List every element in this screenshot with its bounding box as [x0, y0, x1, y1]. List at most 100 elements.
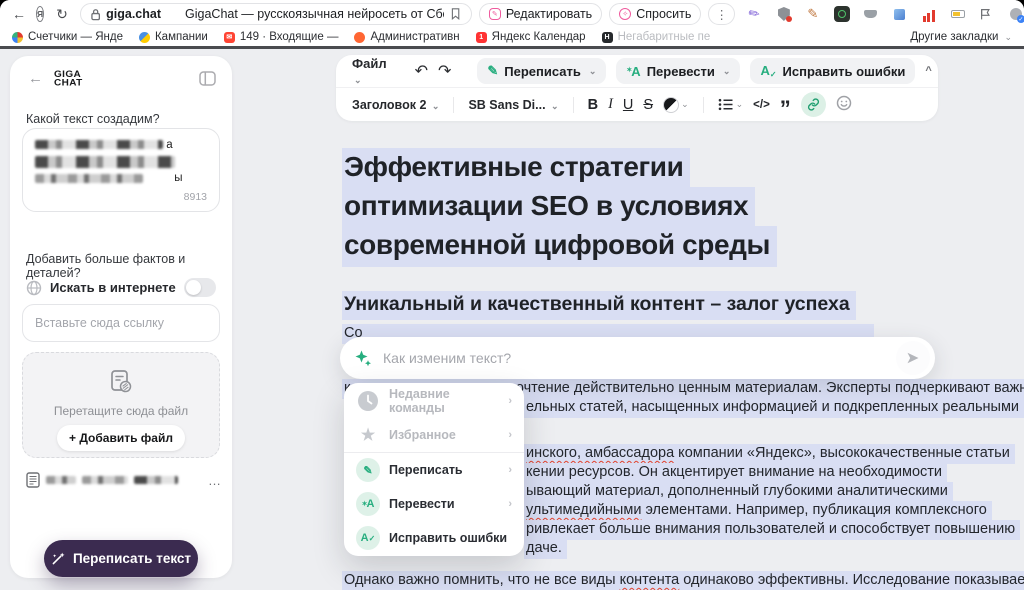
collapse-panel-icon[interactable] [199, 71, 216, 86]
doc-h1-line2: оптимизации SEO в условиях [342, 187, 755, 228]
page-top-strip [0, 46, 1024, 49]
doc-p3-line1: Однако важно помнить, что не все виды ко… [342, 571, 1024, 590]
spellcheck-icon: A✓ [760, 63, 776, 79]
send-button[interactable] [896, 341, 930, 375]
star-icon: ★ [356, 423, 380, 447]
chevron-right-icon: › [508, 395, 512, 407]
edit-button[interactable]: ✎ Редактировать [479, 3, 602, 25]
menu-item-fix-errors[interactable]: A✓ Исправить ошибки [344, 521, 524, 555]
bookmark-admin[interactable]: Административн [354, 31, 459, 43]
highlight-color-button[interactable]: ⌄ [663, 97, 689, 113]
redacted-text [35, 174, 143, 183]
pencil-icon: ✎ [487, 63, 498, 79]
prompt-label: Какой текст создадим? [26, 112, 160, 126]
calendar-icon: 1 [476, 32, 487, 43]
attached-file-row[interactable]: … [26, 472, 222, 488]
char-count: 8913 [184, 191, 207, 203]
bold-button[interactable]: B [588, 97, 598, 113]
code-button[interactable]: </> [753, 99, 770, 111]
file-dropzone[interactable]: Перетащите сюда файл + Добавить файл [22, 352, 220, 458]
extension-cube-icon[interactable] [892, 6, 908, 22]
collapse-toolbar-button[interactable]: ^ [925, 65, 931, 77]
extension-sync-icon[interactable]: ✓ [1008, 6, 1024, 22]
paragraph-style-select[interactable]: Заголовок 2 ⌄ [352, 98, 439, 112]
chevron-right-icon: › [508, 429, 512, 441]
extension-feather-icon[interactable]: ✎ [747, 6, 763, 22]
rewrite-action-button[interactable]: ✎Переписать⌄ [477, 58, 606, 84]
extension-shield-icon[interactable] [776, 6, 792, 22]
chevron-down-icon: ⌄ [736, 99, 744, 110]
kebab-icon: ⋮ [715, 7, 728, 22]
send-arrow-icon [905, 351, 921, 365]
chevron-right-icon: › [508, 464, 512, 476]
translate-icon: ✶A [356, 492, 380, 516]
bookmark-metrica[interactable]: Счетчики — Янде [12, 31, 123, 43]
spellcheck-icon: A✓ [356, 526, 380, 550]
translate-icon: ✶A [626, 64, 640, 79]
list-button[interactable]: ⌄ [718, 98, 744, 111]
web-search-toggle[interactable] [184, 278, 216, 297]
bookmark-inbox[interactable]: ✉149 · Входящие — [224, 31, 339, 43]
file-menu-icon[interactable]: … [208, 473, 222, 488]
bookmark-calendar[interactable]: 1Яндекс Календар [476, 31, 586, 43]
other-bookmarks[interactable]: Другие закладки⌄ [910, 31, 1012, 43]
menu-item-rewrite[interactable]: ✎ Переписать› [344, 453, 524, 487]
link-icon [807, 98, 820, 111]
italic-button[interactable]: I [608, 96, 613, 113]
editor-icon: ✎ [489, 8, 501, 20]
add-file-button[interactable]: + Добавить файл [57, 425, 185, 451]
prompt-textarea[interactable]: а ы 8913 [22, 128, 220, 212]
divider [703, 97, 704, 113]
undo-button[interactable]: ↶ [415, 61, 428, 81]
doc-p2-line3: ывающий материал, дополненный глубокими … [524, 482, 953, 502]
emoji-button[interactable] [836, 95, 852, 114]
address-bar[interactable]: giga.chat GigaChat — русскоязычная нейро… [80, 3, 472, 25]
edit-button-label: Редактировать [506, 7, 592, 21]
file-menu[interactable]: Файл ⌄ [352, 56, 387, 86]
toolbar-menu-button[interactable]: ⋮ [708, 3, 735, 25]
sidebar-back-icon[interactable]: ← [28, 70, 43, 87]
redacted-text [35, 156, 175, 168]
rewrite-text-button[interactable]: Переписать текст [44, 540, 198, 577]
font-select[interactable]: SB Sans Di... ⌄ [468, 98, 558, 112]
facts-label: Добавить больше фактов и деталей? [26, 252, 232, 280]
divider [453, 97, 454, 113]
redacted-text [46, 476, 76, 484]
extension-battery-icon[interactable] [950, 6, 966, 22]
strikethrough-button[interactable]: S [643, 97, 653, 113]
extension-chart-icon[interactable] [921, 6, 937, 22]
menu-item-favorites[interactable]: ★ Избранное› [344, 418, 524, 452]
extension-pencil-icon[interactable]: ✎ [805, 6, 821, 22]
underline-button[interactable]: U [623, 97, 633, 113]
bullet-list-icon [718, 98, 734, 111]
chevron-down-icon: ⌄ [432, 101, 440, 111]
bookmark-oversized[interactable]: ННегабаритные пе [602, 31, 711, 43]
extension-flag-icon[interactable] [979, 6, 995, 22]
menu-item-translate[interactable]: ✶A Перевести› [344, 487, 524, 521]
link-input[interactable] [22, 304, 220, 342]
redo-button[interactable]: ↷ [438, 61, 451, 81]
translate-action-button[interactable]: ✶AПеревести⌄ [616, 58, 740, 84]
quote-button[interactable]: ” [780, 104, 791, 114]
toggle-knob [186, 280, 201, 295]
direct-icon [139, 32, 150, 43]
menu-item-recent[interactable]: Недавние команды› [344, 384, 524, 418]
browser-toolbar: ← Я ↻ giga.chat GigaChat — русскоязычная… [0, 0, 1024, 28]
doc-h1-line3: современной цифровой среды [342, 226, 777, 267]
bookmark-campaigns[interactable]: Кампании [139, 31, 208, 43]
command-input[interactable] [381, 349, 887, 367]
yandex-profile-icon[interactable]: Я [36, 6, 44, 22]
web-search-label: Искать в интернете [50, 280, 176, 295]
ask-button[interactable]: ✧ Спросить [609, 3, 701, 25]
extension-dark-icon[interactable] [834, 6, 850, 22]
extension-gray-icon[interactable] [863, 6, 879, 22]
ask-icon: ✧ [619, 8, 631, 20]
globe-icon [26, 280, 42, 296]
lock-icon [91, 8, 100, 21]
link-button[interactable] [801, 92, 826, 117]
doc-p2-line2: кении ресурсов. Он акцентирует внимание … [524, 463, 947, 483]
reload-icon[interactable]: ↻ [56, 6, 68, 23]
fix-errors-action-button[interactable]: A✓Исправить ошибки [750, 58, 915, 84]
browser-back-icon[interactable]: ← [12, 6, 26, 22]
bookmark-flag-icon[interactable] [450, 7, 461, 21]
